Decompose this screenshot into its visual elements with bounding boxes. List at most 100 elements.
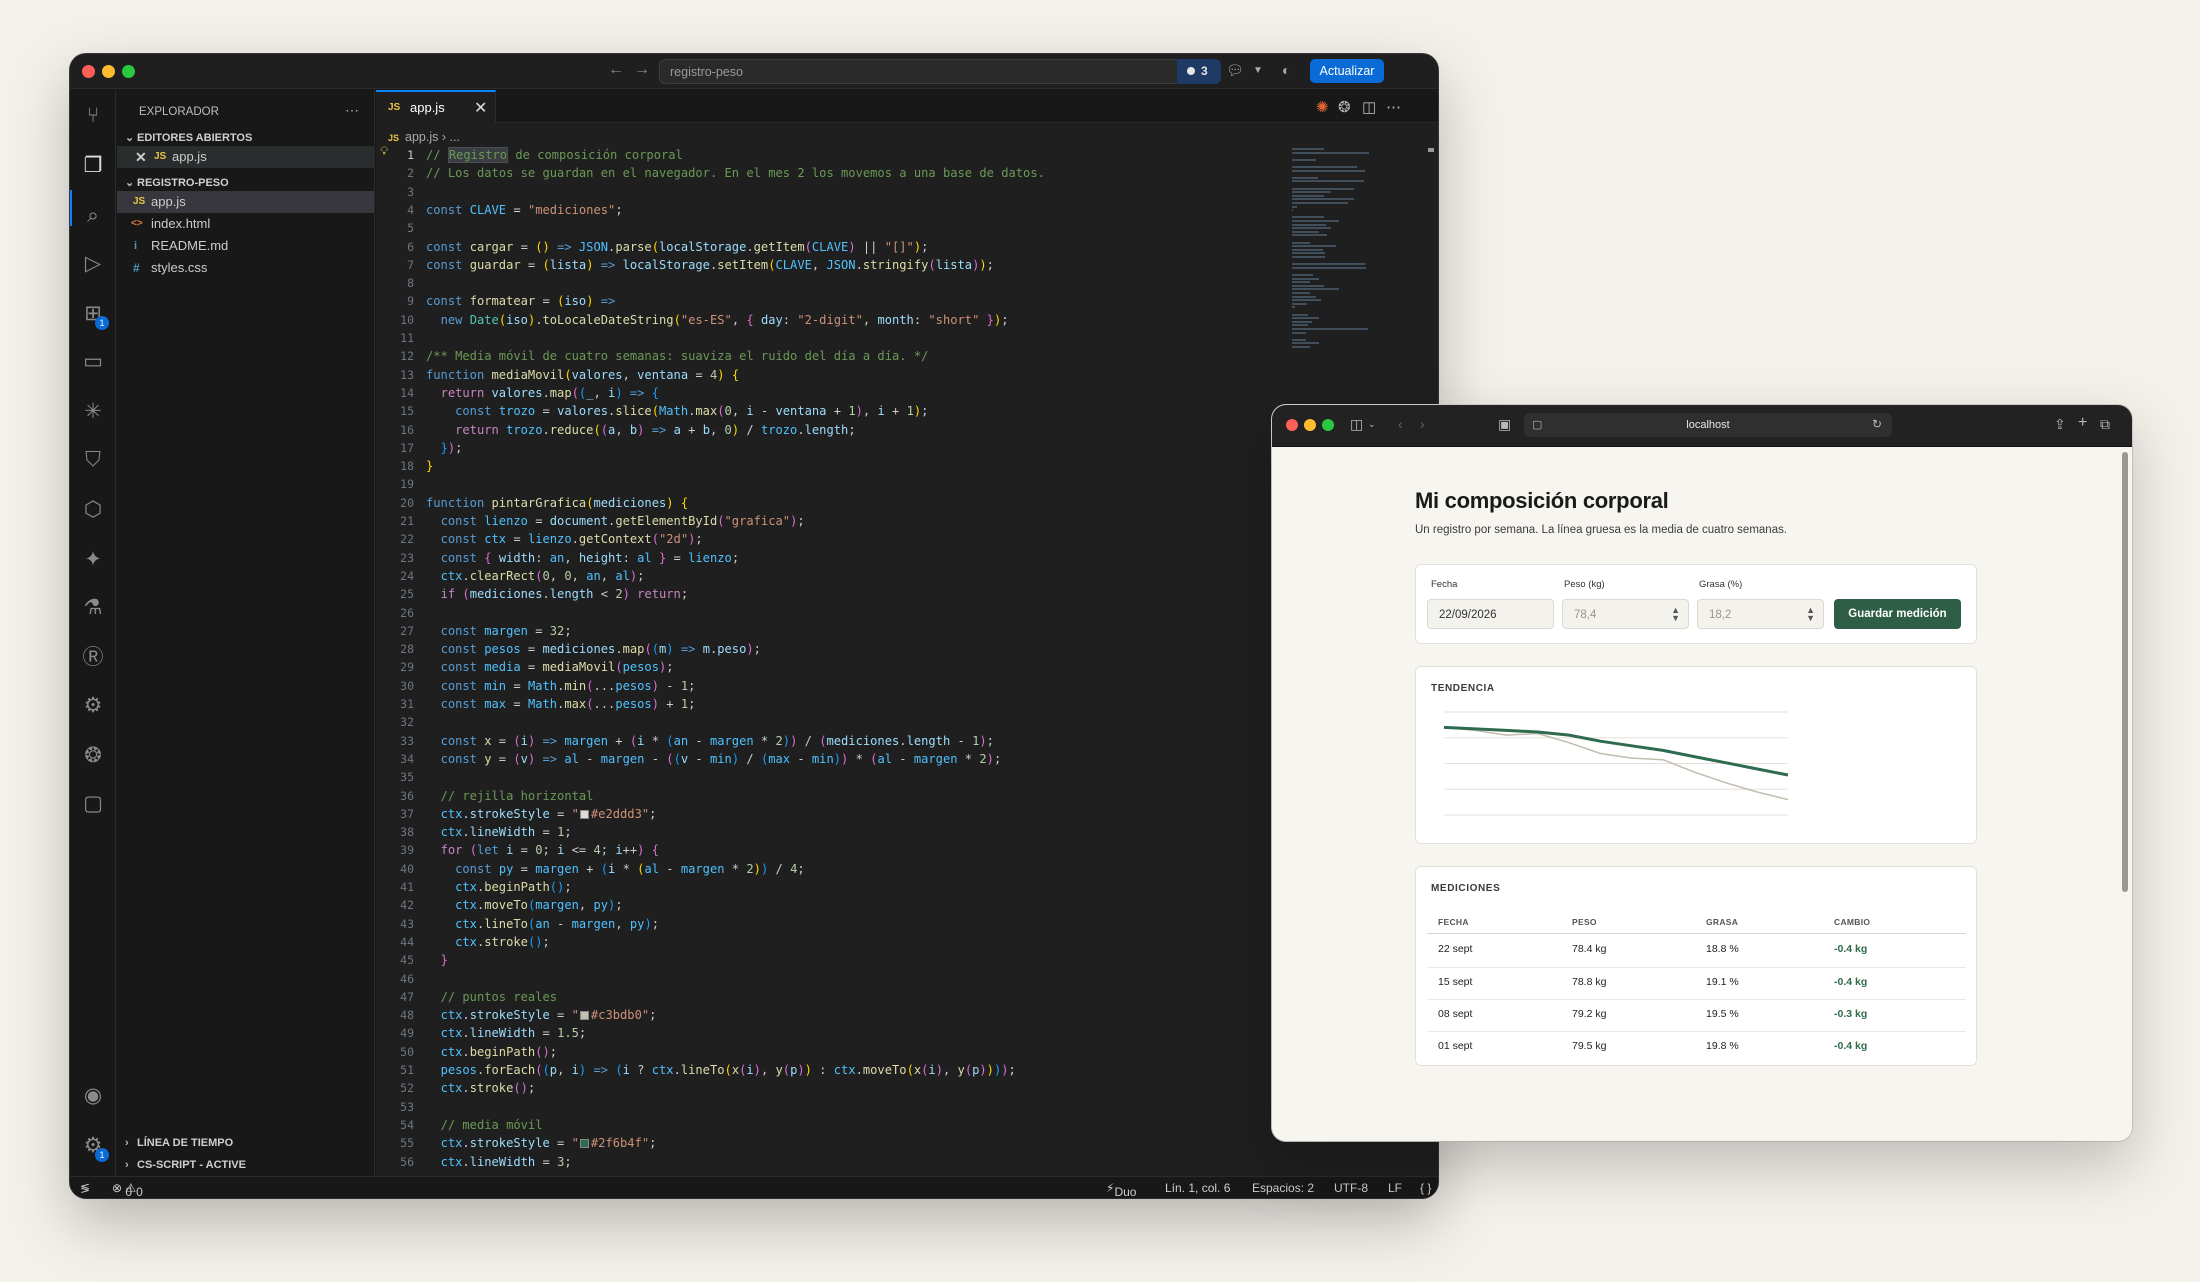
scrollbar-marker[interactable] [1428,148,1434,152]
search-icon[interactable]: ⌕ [79,202,107,230]
line-number: 25 [400,587,414,602]
copilot-status[interactable]: ⚡︎ Duo [1106,1181,1136,1198]
cursor-position[interactable]: Lín. 1, col. 6 [1165,1181,1230,1195]
claude-icon[interactable]: ✺ [1316,98,1329,116]
terminal-icon[interactable]: ▢ [79,790,107,818]
extension-icon[interactable]: ▣ [1498,416,1511,433]
close-window-button[interactable] [1286,419,1298,431]
code-line: // Registro de composición corporal [426,147,683,163]
reload-icon[interactable]: ↻ [1872,417,1882,431]
folder-section[interactable]: ⌄ REGISTRO-PESO [125,176,229,189]
file-item-index-html[interactable]: <> index.html [117,213,374,235]
table-row[interactable]: 01 sept 79.5 kg 19.8 % -0.4 kg [1427,1031,1966,1053]
file-name: index.html [151,216,211,231]
language-mode[interactable]: { } [1420,1181,1431,1195]
update-button[interactable]: Actualizar [1310,59,1384,83]
close-tab-icon[interactable]: ✕ [474,98,487,118]
new-tab-icon[interactable]: + [2078,414,2087,432]
remote-explorer-icon[interactable]: ▭ [79,348,107,376]
timeline-section[interactable]: › LÍNEA DE TIEMPO [125,1137,233,1149]
package-icon[interactable]: ⬡ [79,496,107,524]
line-number: 12 [400,349,414,364]
notification-badge[interactable]: 3 [1177,59,1221,84]
line-number: 35 [400,770,414,785]
remote-icon[interactable]: ≶ [80,1181,90,1195]
r-language-icon[interactable]: Ⓡ [79,644,107,672]
share-icon[interactable]: ⇪ [2054,416,2066,433]
gitlab-icon[interactable]: ⛉ [79,446,107,474]
open-editor-item[interactable]: ✕ JS app.js [117,146,374,168]
more-actions-icon[interactable]: ⋯ [345,102,359,119]
sidebar-toggle-icon[interactable]: ◫ [1350,416,1363,433]
code-line: // rejilla horizontal [440,788,594,803]
tabs-overview-icon[interactable]: ⧉ [2100,416,2110,433]
split-editor-icon[interactable]: ◫ [1362,98,1376,116]
account-icon[interactable]: ◉ [79,1082,107,1110]
code-line: const margen = 32; [440,623,572,638]
encoding[interactable]: UTF-8 [1334,1181,1368,1195]
file-item-app-js[interactable]: JS app.js [117,191,374,213]
minimap-line [1292,320,1312,323]
breadcrumb-file[interactable]: app.js [405,130,438,144]
extensions-icon[interactable]: ⊞ 1 [79,300,109,330]
stepper-icon[interactable]: ▲ ▼ [1806,606,1815,623]
fat-input[interactable]: 18,2 ▲ ▼ [1697,599,1824,629]
indentation[interactable]: Espacios: 2 [1252,1181,1314,1195]
breadcrumb-symbol[interactable]: ... [449,130,459,144]
openai-icon[interactable]: ❂ [1338,98,1351,116]
run-debug-icon[interactable]: ▷ [79,250,107,278]
minimap-line [1292,191,1331,194]
tab-app-js[interactable]: JS app.js ✕ [376,90,496,123]
stepper-icon[interactable]: ▲ ▼ [1671,606,1680,623]
line-ending[interactable]: LF [1388,1181,1402,1195]
save-measurement-button[interactable]: Guardar medición [1834,599,1961,629]
address-bar[interactable]: ▢ localhost ↻ [1524,413,1892,437]
minimize-window-button[interactable] [1304,419,1316,431]
close-window-button[interactable] [82,65,95,78]
code-line: const ctx = lienzo.getContext("2d"); [440,532,703,547]
openai-icon[interactable]: ❂ [79,742,107,770]
back-icon[interactable]: ‹ [1398,416,1403,432]
code-line: const min = Math.min(...pesos) - 1; [440,678,696,693]
accounts-icon[interactable]: ◐ [1282,62,1290,78]
maximize-window-button[interactable] [122,65,135,78]
source-control-icon[interactable]: ⑂ [79,102,107,130]
code-line: return valores.map((_, i) => { [440,385,659,400]
code-line: ctx.lineTo(an - margen, py); [455,916,659,931]
minimize-window-button[interactable] [102,65,115,78]
chevron-down-icon[interactable]: ▼ [1253,65,1263,76]
more-actions-icon[interactable]: ⋯ [1386,98,1401,116]
sparkle-icon[interactable]: ✳ [79,398,107,426]
code-editor[interactable]: 💡︎ 1// Registro de composición corporal 2… [376,144,1236,1184]
minimap-line [1292,263,1365,266]
settings-gear-icon[interactable]: ⚙ 1 [79,1132,109,1162]
open-editors-section[interactable]: ⌄ EDITORES ABIERTOS [125,131,252,144]
table-row[interactable]: 08 sept 79.2 kg 19.5 % -0.3 kg [1427,999,1966,1021]
robot-icon[interactable]: ⚙ [79,692,107,720]
cell-grasa: 19.8 % [1706,1040,1739,1052]
test-icon[interactable]: ⚗ [79,594,107,622]
forward-arrow-icon[interactable]: → [634,61,650,79]
problems-indicator[interactable]: ⊗ 0 ⚠ 0 [112,1181,143,1198]
weight-input[interactable]: 78,4 ▲ ▼ [1562,599,1689,629]
code-line: ctx.clearRect(0, 0, an, al); [440,568,645,583]
chevron-down-icon[interactable]: ⌄ [1368,419,1376,430]
command-center-search[interactable]: registro-peso [659,59,1211,84]
line-number: 47 [400,989,414,1004]
chat-icon[interactable]: 💬︎ [1226,62,1244,79]
file-item-readme[interactable]: i README.md [117,235,374,257]
table-row[interactable]: 15 sept 78.8 kg 19.1 % -0.4 kg [1427,967,1966,989]
maximize-window-button[interactable] [1322,419,1334,431]
explorer-icon[interactable]: ❐ [79,152,107,180]
table-row[interactable]: 22 sept 78.4 kg 18.8 % -0.4 kg [1427,935,1966,957]
date-input[interactable]: 22/09/2026 [1427,599,1554,629]
minimap-line [1292,187,1355,190]
close-icon[interactable]: ✕ [135,146,147,168]
forward-icon[interactable]: › [1420,416,1425,432]
back-arrow-icon[interactable]: ← [608,61,624,79]
cs-script-section[interactable]: › CS-SCRIPT - ACTIVE [125,1159,246,1171]
file-item-styles-css[interactable]: # styles.css [117,257,374,279]
minimap[interactable] [1290,148,1382,358]
python-icon[interactable]: ✦ [79,546,107,574]
page-scrollbar[interactable] [2122,452,2128,892]
